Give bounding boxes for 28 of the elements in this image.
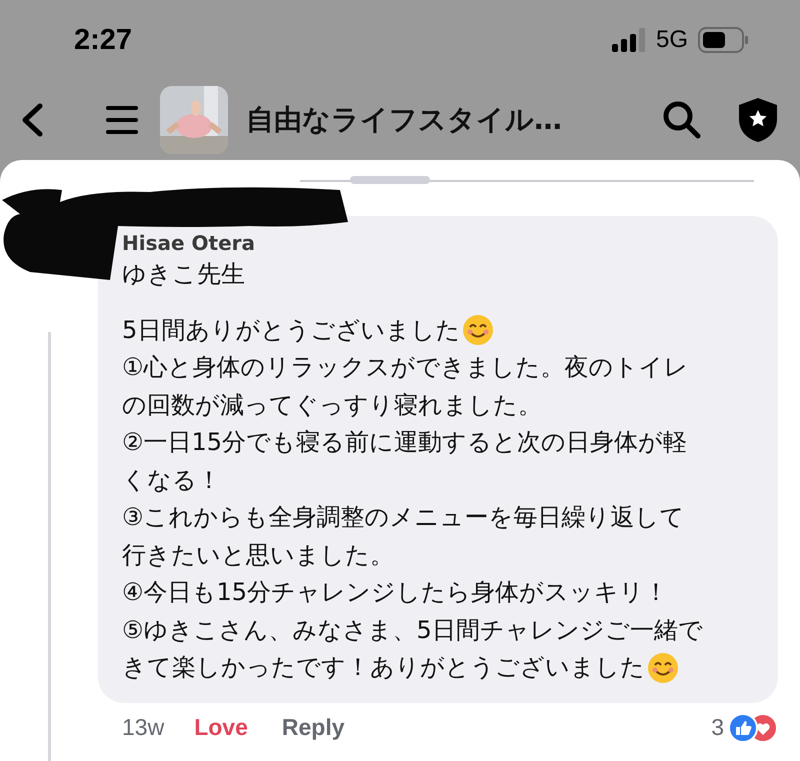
network-label: 5G: [656, 26, 688, 54]
comment-text: の回数が減ってぐっすり寝れました。: [122, 390, 542, 420]
love-button[interactable]: Love: [194, 714, 248, 741]
comment-text: ②一日15分でも寝る前に運動すると次の日身体が軽: [122, 427, 688, 458]
comment-text: 5日間ありがとうございました: [122, 314, 460, 346]
comment-text: きて楽しかったです！ありがとうございました: [122, 652, 645, 683]
greeting-text: ゆきこ先生: [122, 259, 245, 290]
comment-age: 13w: [122, 714, 164, 741]
comment-text: ①心と身体のリラックスができました。夜のトイレ: [122, 352, 689, 383]
shield-star-icon[interactable]: [738, 97, 778, 143]
comment-text: ④今日も15分チャレンジしたら身体がスッキリ！: [122, 577, 668, 608]
comment-text: くなる！: [122, 464, 221, 496]
smiling-face-icon: [647, 652, 679, 684]
group-title: 自由なライフスタイル…: [246, 102, 563, 138]
comment-text: 行きたいと思いました。: [122, 540, 394, 570]
reaction-count: 3: [711, 714, 724, 741]
clock-time: 2:27: [74, 24, 134, 56]
smiling-face-icon: [462, 314, 494, 346]
signal-icon: [612, 28, 646, 52]
back-icon[interactable]: [20, 103, 44, 137]
comment-text: ③これからも全身調整のメニューを毎日繰り返して: [122, 502, 685, 533]
search-icon[interactable]: [662, 100, 702, 140]
battery-icon: [698, 27, 748, 53]
reply-button[interactable]: Reply: [282, 714, 712, 741]
menu-icon[interactable]: [106, 104, 138, 136]
comment-text: ⑤ゆきこさん、みなさま、5日間チャレンジご一緒で: [122, 614, 703, 646]
reactions-icon: [728, 712, 778, 742]
author-name[interactable]: Hisae Otera: [122, 230, 256, 256]
